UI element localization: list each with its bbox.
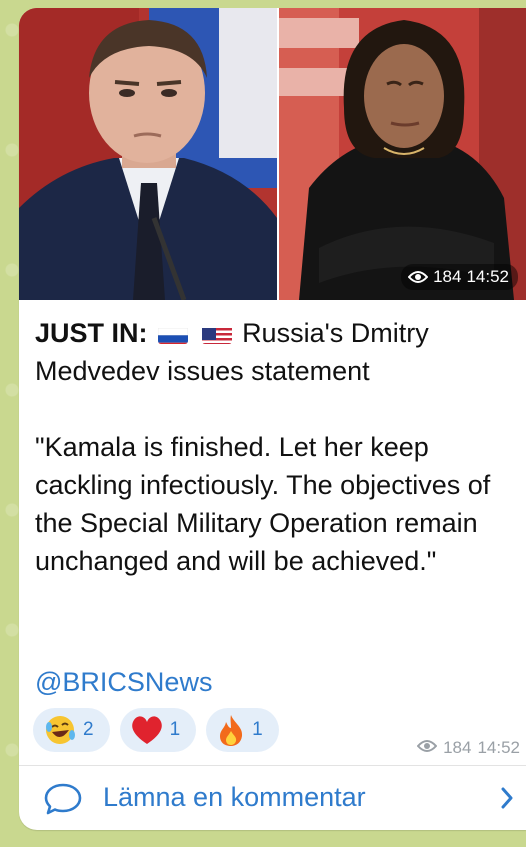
- comment-bubble-icon: [43, 782, 83, 821]
- media-time: 14:52: [466, 267, 509, 286]
- message-meta: 184 14:52: [416, 738, 520, 758]
- message-time: 14:52: [477, 738, 520, 757]
- reaction-count: 1: [169, 719, 181, 740]
- reaction-count: 2: [83, 719, 94, 740]
- leave-comment-label: Lämna en kommentar: [103, 782, 366, 812]
- reaction-laughing[interactable]: 2: [33, 708, 110, 752]
- reaction-fire[interactable]: 1: [206, 708, 279, 752]
- reaction-count: 1: [252, 719, 263, 740]
- media-meta: 184 14:52: [401, 264, 518, 290]
- quote-text: "Kamala is finished. Let her keep cackli…: [35, 432, 491, 576]
- bricsnews-link[interactable]: @BRICSNews: [35, 664, 212, 700]
- chevron-right-icon: [500, 786, 514, 815]
- photo-medvedev[interactable]: [19, 8, 277, 300]
- photo-harris[interactable]: 184 14:52: [279, 8, 526, 300]
- media-views: 184: [433, 267, 462, 286]
- reactions-bar: 2 1 1: [33, 708, 279, 752]
- message-bubble[interactable]: 184 14:52 JUST IN: Russia's Dmitry Medve…: [19, 8, 526, 830]
- eye-icon: [408, 270, 429, 284]
- leave-comment-button[interactable]: Lämna en kommentar: [19, 766, 526, 830]
- usa-flag-icon: [201, 322, 232, 344]
- message-views: 184: [443, 738, 472, 757]
- red-heart-icon: [130, 714, 164, 746]
- laughing-emoji-icon: [43, 713, 77, 747]
- media-album[interactable]: 184 14:52: [19, 8, 526, 300]
- eye-icon: [416, 738, 438, 758]
- headline-bold: JUST IN:: [35, 318, 148, 348]
- reaction-heart[interactable]: 1: [119, 708, 197, 752]
- fire-icon: [216, 713, 246, 747]
- message-text: JUST IN: Russia's Dmitry Medvedev issues…: [35, 314, 513, 580]
- russia-flag-icon: [158, 322, 189, 344]
